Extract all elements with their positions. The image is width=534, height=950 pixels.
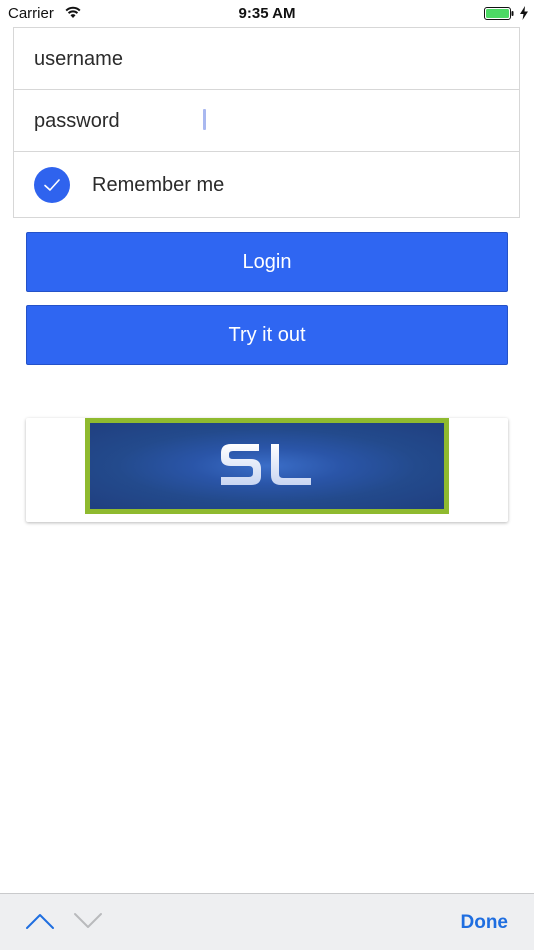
try-it-out-button[interactable]: Try it out [26,305,508,365]
chevron-down-icon[interactable] [73,912,103,930]
remember-me-label: Remember me [92,174,225,196]
username-input[interactable] [34,28,504,90]
chevron-up-icon[interactable] [25,912,55,930]
sl-logo [85,418,449,514]
battery-icon [484,7,514,20]
login-form: Remember me [13,27,520,218]
sl-logo-inner [90,423,444,509]
text-cursor [203,109,206,130]
status-bar: Carrier 9:35 AM [0,0,534,28]
login-button-label: Login [242,250,292,273]
keyboard-accessory-bar: Done [0,893,534,950]
clock: 9:35 AM [238,5,296,22]
bolt-icon [520,6,528,20]
sl-logo-mark [221,444,311,485]
try-it-out-button-label: Try it out [228,323,306,346]
username-row [14,28,519,90]
checkmark-icon [44,179,60,191]
password-input[interactable] [34,90,504,152]
password-row [14,90,519,152]
logo-card [26,418,508,522]
remember-me-row[interactable]: Remember me [14,152,519,218]
remember-me-checkbox[interactable] [34,167,70,203]
login-button[interactable]: Login [26,232,508,292]
done-button[interactable]: Done [461,912,509,934]
